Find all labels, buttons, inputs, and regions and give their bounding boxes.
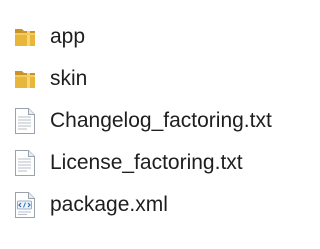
folder-icon	[13, 23, 37, 51]
file-item-skin[interactable]: skin	[8, 58, 308, 100]
file-name: License_factoring.txt	[50, 151, 243, 174]
file-name: package.xml	[50, 193, 168, 216]
xml-document-icon	[13, 191, 37, 219]
file-item-package-xml[interactable]: package.xml	[8, 184, 308, 226]
folder-icon	[13, 65, 37, 93]
text-document-icon	[13, 107, 37, 135]
file-item-app[interactable]: app	[8, 16, 308, 58]
file-list: app skin Changelog_factoring.txt License…	[8, 16, 308, 226]
file-name: app	[50, 25, 86, 48]
file-item-changelog[interactable]: Changelog_factoring.txt	[8, 100, 308, 142]
file-name: Changelog_factoring.txt	[50, 109, 272, 132]
file-name: skin	[50, 67, 88, 90]
file-item-license[interactable]: License_factoring.txt	[8, 142, 308, 184]
text-document-icon	[13, 149, 37, 177]
